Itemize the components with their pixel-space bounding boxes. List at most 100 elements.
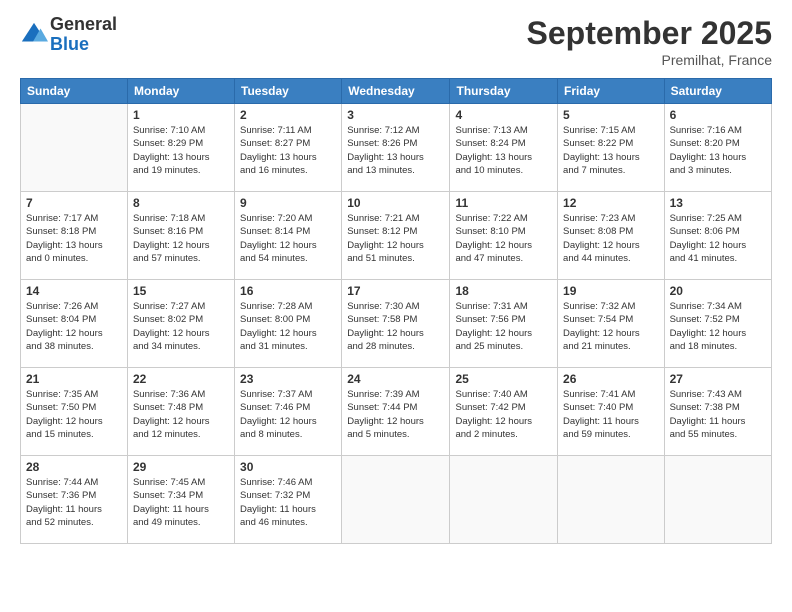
table-row: [558, 456, 665, 544]
table-row: 20Sunrise: 7:34 AM Sunset: 7:52 PM Dayli…: [664, 280, 771, 368]
col-wednesday: Wednesday: [342, 79, 450, 104]
col-thursday: Thursday: [450, 79, 558, 104]
logo-blue: Blue: [50, 34, 89, 54]
day-info: Sunrise: 7:40 AM Sunset: 7:42 PM Dayligh…: [455, 388, 552, 441]
table-row: 17 Sunrise: 7:30 AM Sunset: 7:58 PM Dayli…: [342, 280, 450, 368]
day-number: 28: [26, 460, 122, 474]
day-info: Sunrise: 7:46 AM Sunset: 7:32 PM Dayligh…: [240, 476, 336, 529]
day-info: Sunrise: 7:41 AM Sunset: 7:40 PM Dayligh…: [563, 388, 659, 441]
day-info: Sunrise: 7:20 AM Sunset: 8:14 PM Dayligh…: [240, 212, 336, 265]
table-row: 18 Sunrise: 7:31 AM Sunset: 7:56 PM Dayli…: [450, 280, 558, 368]
calendar-table: Sunday Monday Tuesday Wednesday Thursday…: [20, 78, 772, 544]
table-row: 26 Sunrise: 7:41 AM Sunset: 7:40 PM Dayli…: [558, 368, 665, 456]
day-info: Sunrise: 7:37 AM Sunset: 7:46 PM Dayligh…: [240, 388, 336, 441]
day-number: 25: [455, 372, 552, 386]
day-number: 24: [347, 372, 444, 386]
day-number: 10: [347, 196, 444, 210]
table-row: 21 Sunrise: 7:35 AM Sunset: 7:50 PM Dayli…: [21, 368, 128, 456]
day-number: 8: [133, 196, 229, 210]
table-row: [664, 456, 771, 544]
day-number: 6: [670, 108, 766, 122]
day-number: 23: [240, 372, 336, 386]
table-row: 10 Sunrise: 7:21 AM Sunset: 8:12 PM Dayli…: [342, 192, 450, 280]
calendar-week-4: 21 Sunrise: 7:35 AM Sunset: 7:50 PM Dayli…: [21, 368, 772, 456]
day-number: 5: [563, 108, 659, 122]
day-info: Sunrise: 7:13 AM Sunset: 8:24 PM Dayligh…: [455, 124, 552, 177]
col-tuesday: Tuesday: [235, 79, 342, 104]
day-info: Sunrise: 7:39 AM Sunset: 7:44 PM Dayligh…: [347, 388, 444, 441]
page: General Blue September 2025 Premilhat, F…: [0, 0, 792, 612]
table-row: 25 Sunrise: 7:40 AM Sunset: 7:42 PM Dayli…: [450, 368, 558, 456]
day-info: Sunrise: 7:28 AM Sunset: 8:00 PM Dayligh…: [240, 300, 336, 353]
day-info: Sunrise: 7:10 AM Sunset: 8:29 PM Dayligh…: [133, 124, 229, 177]
day-number: 11: [455, 196, 552, 210]
table-row: 9 Sunrise: 7:20 AM Sunset: 8:14 PM Daylig…: [235, 192, 342, 280]
day-number: 13: [670, 196, 766, 210]
logo-icon: [20, 21, 48, 49]
table-row: 8Sunrise: 7:18 AM Sunset: 8:16 PM Daylig…: [127, 192, 234, 280]
day-number: 3: [347, 108, 444, 122]
col-monday: Monday: [127, 79, 234, 104]
day-number: 21: [26, 372, 122, 386]
calendar-week-5: 28 Sunrise: 7:44 AM Sunset: 7:36 PM Dayli…: [21, 456, 772, 544]
col-saturday: Saturday: [664, 79, 771, 104]
day-info: Sunrise: 7:11 AM Sunset: 8:27 PM Dayligh…: [240, 124, 336, 177]
day-number: 4: [455, 108, 552, 122]
day-info: Sunrise: 7:22 AM Sunset: 8:10 PM Dayligh…: [455, 212, 552, 265]
day-number: 12: [563, 196, 659, 210]
calendar-week-3: 14 Sunrise: 7:26 AM Sunset: 8:04 PM Dayli…: [21, 280, 772, 368]
table-row: 11 Sunrise: 7:22 AM Sunset: 8:10 PM Dayli…: [450, 192, 558, 280]
day-number: 15: [133, 284, 229, 298]
day-number: 7: [26, 196, 122, 210]
table-row: 28 Sunrise: 7:44 AM Sunset: 7:36 PM Dayli…: [21, 456, 128, 544]
day-info: Sunrise: 7:25 AM Sunset: 8:06 PM Dayligh…: [670, 212, 766, 265]
day-number: 17: [347, 284, 444, 298]
header: General Blue September 2025 Premilhat, F…: [20, 15, 772, 68]
table-row: 23 Sunrise: 7:37 AM Sunset: 7:46 PM Dayli…: [235, 368, 342, 456]
day-number: 26: [563, 372, 659, 386]
day-number: 20: [670, 284, 766, 298]
table-row: 15 Sunrise: 7:27 AM Sunset: 8:02 PM Dayli…: [127, 280, 234, 368]
location-subtitle: Premilhat, France: [527, 52, 772, 68]
day-info: Sunrise: 7:27 AM Sunset: 8:02 PM Dayligh…: [133, 300, 229, 353]
logo-general: General: [50, 14, 117, 34]
table-row: 30 Sunrise: 7:46 AM Sunset: 7:32 PM Dayli…: [235, 456, 342, 544]
day-info: Sunrise: 7:21 AM Sunset: 8:12 PM Dayligh…: [347, 212, 444, 265]
month-title: September 2025: [527, 15, 772, 52]
table-row: 2 Sunrise: 7:11 AM Sunset: 8:27 PM Daylig…: [235, 104, 342, 192]
calendar-week-2: 7 Sunrise: 7:17 AM Sunset: 8:18 PM Daylig…: [21, 192, 772, 280]
day-info: Sunrise: 7:44 AM Sunset: 7:36 PM Dayligh…: [26, 476, 122, 529]
table-row: 16Sunrise: 7:28 AM Sunset: 8:00 PM Dayli…: [235, 280, 342, 368]
day-info: Sunrise: 7:30 AM Sunset: 7:58 PM Dayligh…: [347, 300, 444, 353]
calendar-week-1: 1 Sunrise: 7:10 AM Sunset: 8:29 PM Daylig…: [21, 104, 772, 192]
col-friday: Friday: [558, 79, 665, 104]
table-row: 7 Sunrise: 7:17 AM Sunset: 8:18 PM Daylig…: [21, 192, 128, 280]
day-info: Sunrise: 7:15 AM Sunset: 8:22 PM Dayligh…: [563, 124, 659, 177]
day-number: 2: [240, 108, 336, 122]
table-row: [450, 456, 558, 544]
table-row: 6Sunrise: 7:16 AM Sunset: 8:20 PM Daylig…: [664, 104, 771, 192]
title-block: September 2025 Premilhat, France: [527, 15, 772, 68]
day-number: 18: [455, 284, 552, 298]
day-number: 19: [563, 284, 659, 298]
day-number: 9: [240, 196, 336, 210]
day-number: 22: [133, 372, 229, 386]
day-info: Sunrise: 7:12 AM Sunset: 8:26 PM Dayligh…: [347, 124, 444, 177]
table-row: 5 Sunrise: 7:15 AM Sunset: 8:22 PM Daylig…: [558, 104, 665, 192]
day-info: Sunrise: 7:31 AM Sunset: 7:56 PM Dayligh…: [455, 300, 552, 353]
day-info: Sunrise: 7:32 AM Sunset: 7:54 PM Dayligh…: [563, 300, 659, 353]
day-number: 30: [240, 460, 336, 474]
col-sunday: Sunday: [21, 79, 128, 104]
day-info: Sunrise: 7:17 AM Sunset: 8:18 PM Dayligh…: [26, 212, 122, 265]
table-row: 3 Sunrise: 7:12 AM Sunset: 8:26 PM Daylig…: [342, 104, 450, 192]
day-info: Sunrise: 7:23 AM Sunset: 8:08 PM Dayligh…: [563, 212, 659, 265]
day-number: 1: [133, 108, 229, 122]
day-info: Sunrise: 7:43 AM Sunset: 7:38 PM Dayligh…: [670, 388, 766, 441]
table-row: 29Sunrise: 7:45 AM Sunset: 7:34 PM Dayli…: [127, 456, 234, 544]
day-info: Sunrise: 7:26 AM Sunset: 8:04 PM Dayligh…: [26, 300, 122, 353]
table-row: 19 Sunrise: 7:32 AM Sunset: 7:54 PM Dayli…: [558, 280, 665, 368]
table-row: 24 Sunrise: 7:39 AM Sunset: 7:44 PM Dayli…: [342, 368, 450, 456]
day-info: Sunrise: 7:35 AM Sunset: 7:50 PM Dayligh…: [26, 388, 122, 441]
day-info: Sunrise: 7:45 AM Sunset: 7:34 PM Dayligh…: [133, 476, 229, 529]
day-number: 14: [26, 284, 122, 298]
